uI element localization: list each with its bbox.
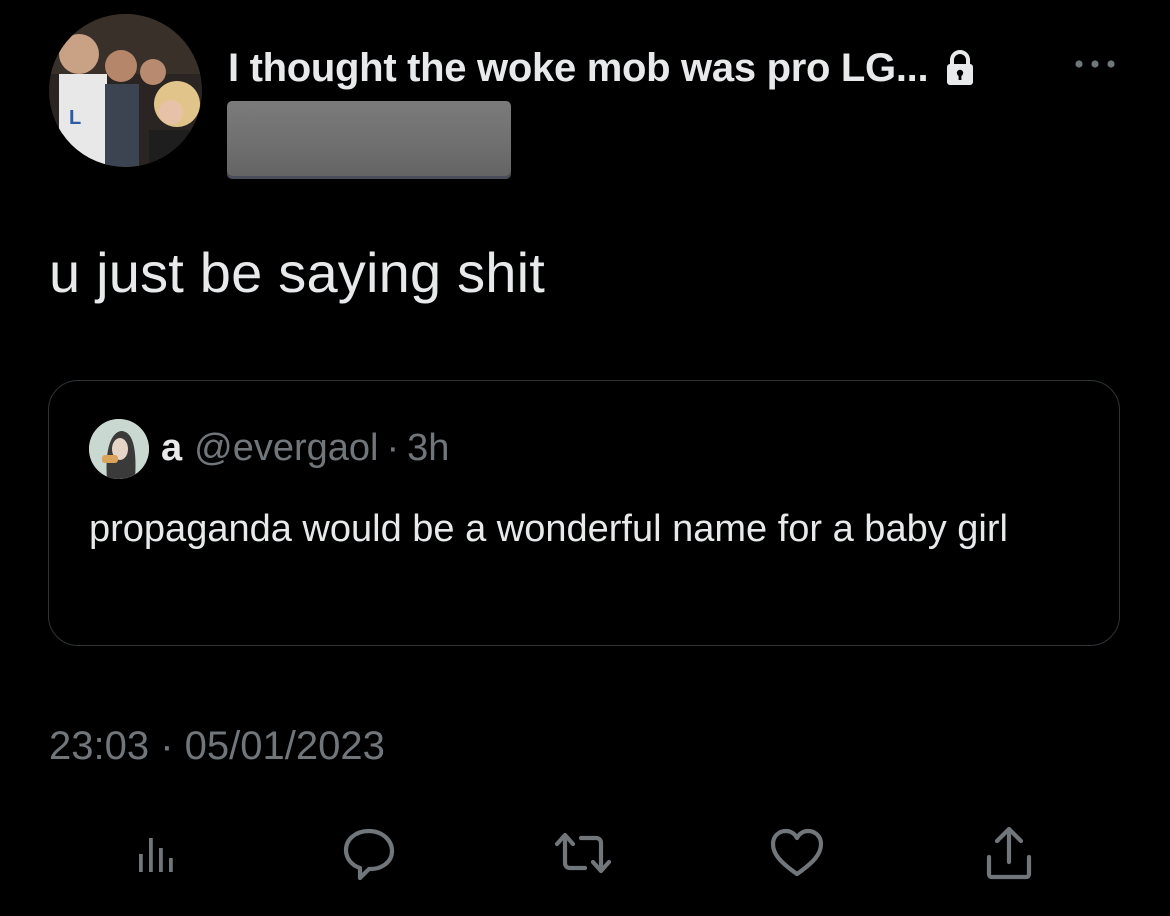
share-button[interactable] (976, 820, 1042, 886)
tweet-timestamp[interactable]: 23:03 · 05/01/2023 (49, 724, 385, 769)
views-button[interactable] (122, 820, 188, 886)
redacted-handle (227, 101, 511, 176)
quoted-author-handle[interactable]: @evergaol (194, 427, 378, 469)
analytics-icon (139, 838, 173, 872)
heart-icon (770, 828, 824, 877)
quoted-time[interactable]: 3h (407, 427, 449, 469)
retweet-icon (554, 832, 612, 874)
share-icon (986, 826, 1032, 880)
avatar-photo: L (49, 14, 202, 167)
more-horizontal-icon[interactable] (1072, 54, 1118, 74)
svg-text:L: L (69, 107, 81, 129)
quoted-tweet-card[interactable]: a @evergaol · 3h propaganda would be a wond… (48, 380, 1120, 646)
quoted-author-name[interactable]: a (161, 427, 182, 469)
tweet-text: u just be saying shit (49, 241, 546, 304)
author-display-name[interactable]: I thought the woke mob was pro LG... (228, 46, 929, 91)
author-name-row[interactable]: I thought the woke mob was pro LG... (228, 40, 976, 96)
quoted-header: a @evergaol · 3h (161, 427, 449, 470)
quoted-author-avatar[interactable] (89, 419, 149, 479)
retweet-button[interactable] (550, 820, 616, 886)
like-button[interactable] (764, 820, 830, 886)
action-bar (0, 820, 1170, 890)
quoted-text: propaganda would be a wonderful name for… (89, 508, 1008, 550)
reply-icon (343, 828, 395, 881)
quoted-separator: · (386, 427, 400, 469)
author-avatar[interactable]: L (49, 14, 202, 167)
tweet-detail: L I thought the woke mob was pro LG... u… (0, 0, 1170, 916)
reply-button[interactable] (336, 820, 402, 886)
lock-icon (944, 49, 976, 87)
